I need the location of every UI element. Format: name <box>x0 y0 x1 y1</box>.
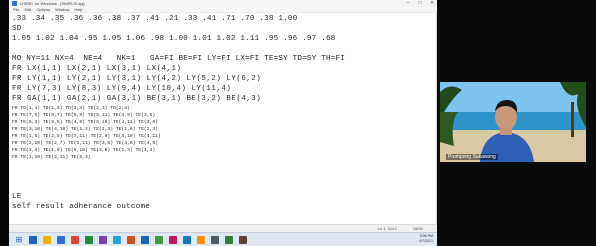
taskbar-app-icon[interactable] <box>99 235 107 244</box>
taskbar-app-icon[interactable] <box>225 235 233 244</box>
windows-start-icon[interactable]: ⊞ <box>15 235 23 244</box>
menu-help[interactable]: Help <box>74 7 82 12</box>
editor-line: FR TE(1,10) TE(2,11) TE(5,3) <box>12 155 91 160</box>
taskbar-app-icon[interactable] <box>141 235 149 244</box>
minimize-button[interactable]: – <box>405 0 411 7</box>
system-tray-clock[interactable]: 3:06 PM 4/7/2021 <box>419 234 433 244</box>
editor-line: FR TE(1,5) TE(2,5) TE(7,11) TE(2,6) TE(4… <box>12 134 161 139</box>
menu-edit[interactable]: Edit <box>24 7 31 12</box>
editor-line: FR LX(1,1) LX(2,1) LX(3,1) LX(4,1) <box>12 65 182 73</box>
taskbar-app-icon[interactable] <box>197 235 205 244</box>
editor-line: FR TE(3,4) TE(1,8) TE(6,10) TE(3,8) TE(1… <box>12 148 156 153</box>
taskbar-app-icon[interactable] <box>211 235 219 244</box>
maximize-button[interactable]: □ <box>417 0 423 7</box>
taskbar-app-icon[interactable] <box>169 235 177 244</box>
editor-line: LE <box>12 193 22 201</box>
editor-line: self result adherance outcome <box>12 203 150 211</box>
editor-line: FR GA(1,1) GA(2,1) GA(3,1) BE(3,1) BE(3,… <box>12 95 262 103</box>
taskbar-app-icon[interactable] <box>85 235 93 244</box>
taskbar-app-icon[interactable] <box>43 235 51 244</box>
taskbar-app-icon[interactable] <box>127 235 135 244</box>
tray-date: 4/7/2021 <box>419 239 433 243</box>
window-title: LISREL for Windows - [SIMPLIS.spj] <box>20 1 85 6</box>
taskbar-app-icon[interactable] <box>239 235 247 244</box>
editor-line: FR TE(3,10) TE(4,10) TE(1,4) TE(2,3) TE(… <box>12 127 158 132</box>
editor-line: .33 .34 .35 .36 .36 .38 .37 .41 .21 .33 … <box>12 15 298 23</box>
app-icon <box>12 1 17 6</box>
webcam-feed-image <box>440 82 586 162</box>
syntax-editor[interactable]: .33 .34 .35 .36 .36 .38 .37 .41 .21 .33 … <box>12 15 434 215</box>
editor-line: FR TD(1,4) TD(1,3) TD(3,4) TD(2,3) TD(2,… <box>12 106 130 111</box>
menu-file[interactable]: File <box>13 7 19 12</box>
editor-line: 1.05 1.02 1.04 .95 1.05 1.06 .98 1.00 1.… <box>12 35 336 43</box>
menu-options[interactable]: Options <box>36 7 50 12</box>
editor-line: FR LY(7,3) LY(8,3) LY(9,4) LY(10,4) LY(1… <box>12 85 232 93</box>
menu-window[interactable]: Window <box>55 7 69 12</box>
taskbar-app-icon[interactable] <box>113 235 121 244</box>
window-controls: – □ ✕ <box>405 0 435 7</box>
editor-window: LISREL for Windows - [SIMPLIS.spj] – □ ✕… <box>9 0 437 233</box>
taskbar-app-icon[interactable] <box>29 235 37 244</box>
taskbar-app-icons <box>23 235 247 244</box>
taskbar-app-icon[interactable] <box>71 235 79 244</box>
editor-line: FR TE(2,10) TE(2,7) TE(1,11) TE(3,5) TE(… <box>12 141 158 146</box>
taskbar-app-icon[interactable] <box>155 235 163 244</box>
editor-line: MO NY=11 NX=4 NE=4 NK=1 GA=FI BE=FI LY=F… <box>12 55 345 63</box>
taskbar-app-icon[interactable] <box>57 235 65 244</box>
editor-line: SD <box>12 25 22 33</box>
taskbar: ⊞ 3:06 PM 4/7/2021 <box>9 232 437 246</box>
close-button[interactable]: ✕ <box>429 0 435 7</box>
participant-video-tile[interactable]: Prompong Sukawong <box>440 82 586 162</box>
editor-line: FR TE(8,3) TE(8,5) TE(4,9) TE(5,10) TE(4… <box>12 120 158 125</box>
menu-bar: File Edit Options Window Help <box>9 7 437 13</box>
editor-line: FR TE(7,5) TE(6,7) TE(5,9) TE(5,11) TE(4… <box>12 113 156 118</box>
left-letterbox <box>0 0 9 245</box>
editor-line: FR LY(1,1) LY(2,1) LY(3,1) LY(4,2) LY(5,… <box>12 75 262 83</box>
taskbar-app-icon[interactable] <box>183 235 191 244</box>
participant-name-label: Prompong Sukawong <box>446 154 498 160</box>
